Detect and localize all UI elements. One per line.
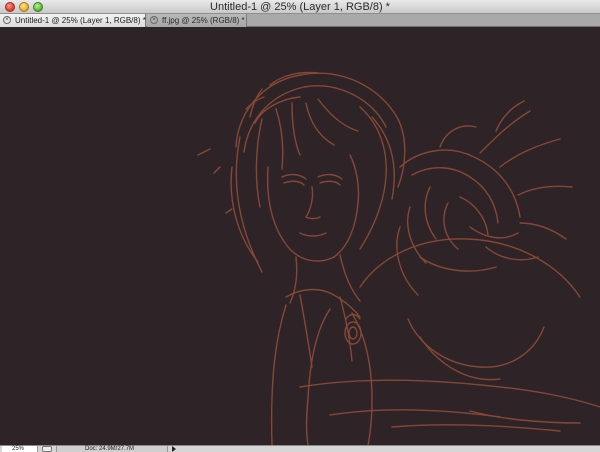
- status-menu-arrow-icon[interactable]: [172, 446, 176, 452]
- sketch-artwork: [0, 27, 600, 445]
- window-title: Untitled-1 @ 25% (Layer 1, RGB/8) *: [210, 1, 390, 13]
- photoshop-document-window: Untitled-1 @ 25% (Layer 1, RGB/8) * × Un…: [0, 0, 600, 452]
- tab-close-icon[interactable]: ×: [3, 16, 11, 24]
- document-tab-bar: × Untitled-1 @ 25% (Layer 1, RGB/8) * × …: [0, 14, 600, 27]
- status-bar: 25% Doc: 24.9M/27.7M: [0, 445, 600, 452]
- tab-label: ff.jpg @ 25% (RGB/8) *: [162, 16, 245, 25]
- zoom-level-field[interactable]: 25%: [2, 446, 38, 452]
- title-bar[interactable]: Untitled-1 @ 25% (Layer 1, RGB/8) *: [0, 0, 600, 14]
- document-size-info: Doc: 24.9M/27.7M: [56, 446, 168, 452]
- status-preview-icon[interactable]: [42, 446, 52, 452]
- tab-label: Untitled-1 @ 25% (Layer 1, RGB/8) *: [15, 16, 146, 25]
- tab-untitled-1[interactable]: × Untitled-1 @ 25% (Layer 1, RGB/8) *: [0, 14, 146, 27]
- tab-close-icon[interactable]: ×: [150, 16, 158, 24]
- document-canvas[interactable]: [0, 27, 600, 445]
- tab-ff-jpg[interactable]: × ff.jpg @ 25% (RGB/8) *: [147, 14, 247, 27]
